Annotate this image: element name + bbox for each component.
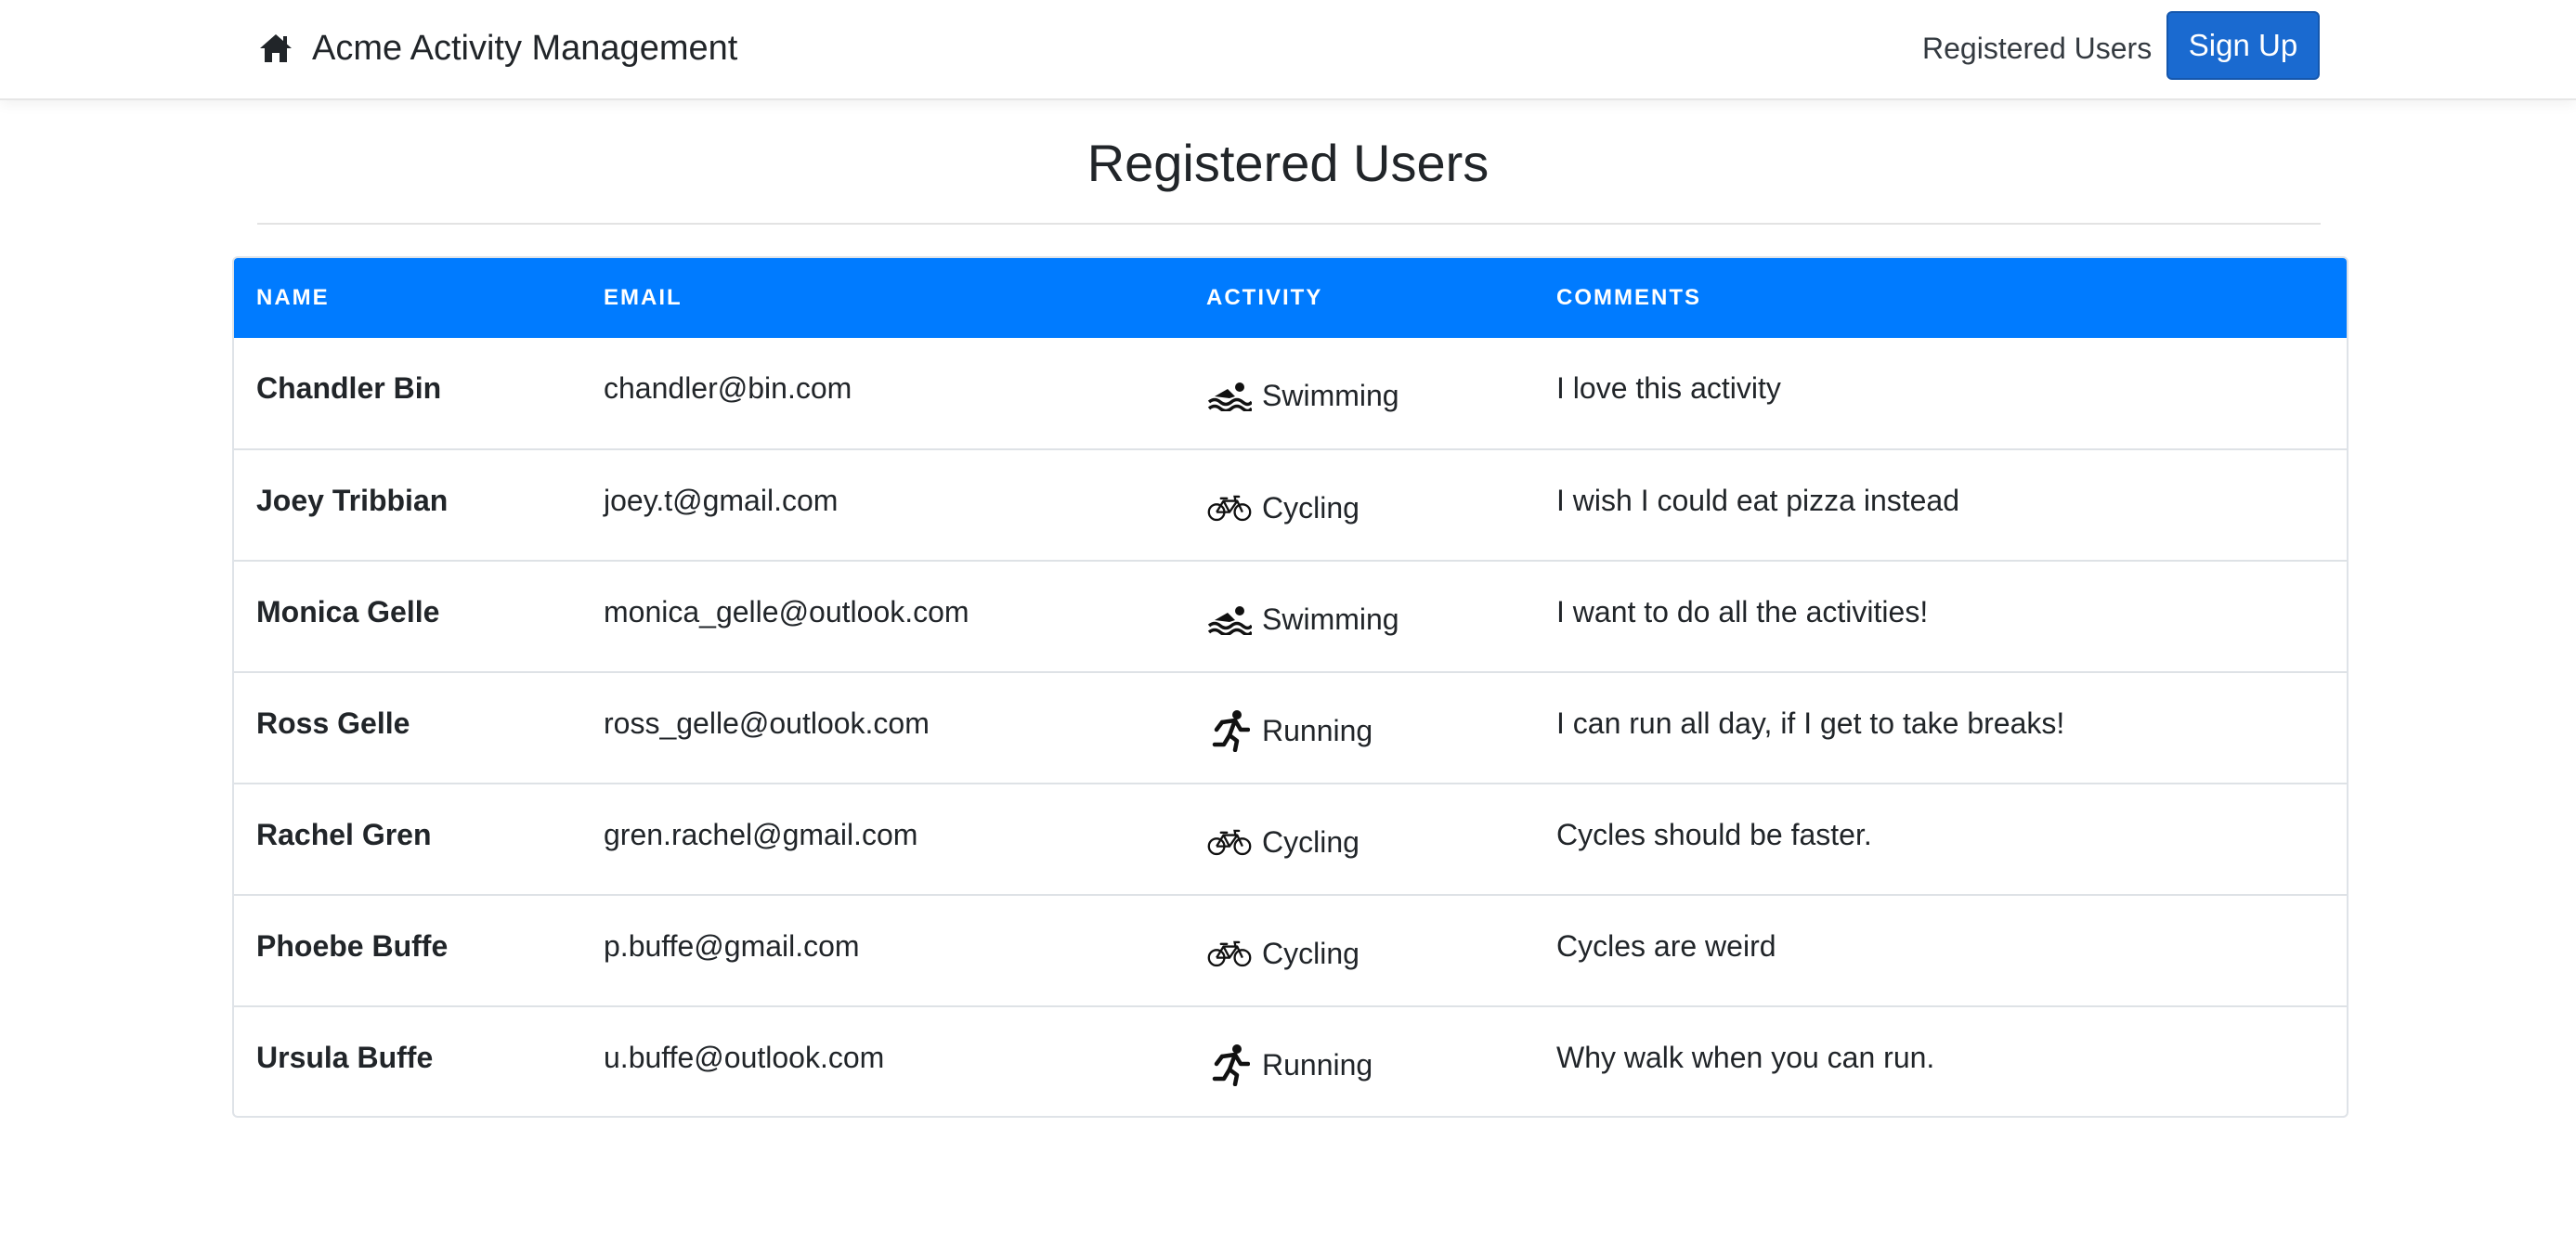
user-name: Phoebe Buffe xyxy=(256,929,449,963)
user-email: joey.t@gmail.com xyxy=(604,484,839,517)
brand-title: Acme Activity Management xyxy=(312,28,738,68)
table-header-row: NAME EMAIL ACTIVITY COMMENTS xyxy=(234,258,2347,338)
users-table: NAME EMAIL ACTIVITY COMMENTS Chandler Bi… xyxy=(234,258,2347,1116)
table-row: Chandler Bin chandler@bin.com Swimming I… xyxy=(234,338,2347,449)
user-comment: Cycles are weird xyxy=(1556,929,1776,963)
user-comment: I can run all day, if I get to take brea… xyxy=(1556,706,2065,740)
user-activity: Cycling xyxy=(1184,784,1534,895)
home-icon xyxy=(258,32,293,64)
running-icon xyxy=(1206,710,1253,752)
nav-link-registered-users[interactable]: Registered Users xyxy=(1922,28,2152,69)
user-email: p.buffe@gmail.com xyxy=(604,929,860,963)
cycling-icon xyxy=(1206,487,1253,528)
user-email: chandler@bin.com xyxy=(604,371,852,405)
table-row: Phoebe Buffe p.buffe@gmail.com Cycling C… xyxy=(234,895,2347,1006)
brand-link[interactable]: Acme Activity Management xyxy=(258,26,737,71)
activity-label: Cycling xyxy=(1262,825,1360,859)
table-header: NAME EMAIL ACTIVITY COMMENTS xyxy=(234,258,2347,338)
navbar: Acme Activity Management Registered User… xyxy=(0,0,2576,100)
user-email: ross_gelle@outlook.com xyxy=(604,706,930,740)
cycling-icon xyxy=(1206,822,1253,862)
table-row: Rachel Gren gren.rachel@gmail.com Cyclin… xyxy=(234,784,2347,895)
user-name: Ross Gelle xyxy=(256,706,410,740)
user-name: Ursula Buffe xyxy=(256,1041,434,1074)
user-comment: Cycles should be faster. xyxy=(1556,818,1872,851)
page-title: Registered Users xyxy=(1086,134,1490,192)
user-name: Chandler Bin xyxy=(256,371,442,405)
user-activity: Swimming xyxy=(1184,338,1534,449)
users-table-card: NAME EMAIL ACTIVITY COMMENTS Chandler Bi… xyxy=(232,256,2348,1118)
user-comment: I love this activity xyxy=(1556,371,1781,405)
activity-label: Running xyxy=(1262,714,1373,747)
user-activity: Cycling xyxy=(1184,449,1534,561)
user-email: monica_gelle@outlook.com xyxy=(604,595,969,628)
running-icon xyxy=(1206,1044,1253,1086)
title-divider xyxy=(257,223,2321,225)
user-comment: Why walk when you can run. xyxy=(1556,1041,1935,1074)
user-email: u.buffe@outlook.com xyxy=(604,1041,885,1074)
activity-label: Running xyxy=(1262,1048,1373,1082)
swimming-icon xyxy=(1206,599,1253,640)
user-activity: Swimming xyxy=(1184,561,1534,672)
column-header-comments: COMMENTS xyxy=(1556,285,1701,310)
column-header-email: EMAIL xyxy=(604,285,683,310)
user-email: gren.rachel@gmail.com xyxy=(604,818,918,851)
table-row: Ross Gelle ross_gelle@outlook.com Runnin… xyxy=(234,672,2347,784)
table-row: Ursula Buffe u.buffe@outlook.com Running… xyxy=(234,1006,2347,1116)
sign-up-button[interactable]: Sign Up xyxy=(2166,11,2320,80)
table-body: Chandler Bin chandler@bin.com Swimming I… xyxy=(234,338,2347,1116)
cycling-icon xyxy=(1206,933,1253,974)
user-activity: Running xyxy=(1184,1006,1534,1116)
column-header-activity: ACTIVITY xyxy=(1206,285,1323,310)
user-name: Joey Tribbian xyxy=(256,484,449,517)
activity-label: Swimming xyxy=(1262,603,1399,636)
swimming-icon xyxy=(1206,375,1253,416)
user-name: Monica Gelle xyxy=(256,595,440,628)
activity-label: Swimming xyxy=(1262,379,1399,412)
user-comment: I want to do all the activities! xyxy=(1556,595,1929,628)
user-name: Rachel Gren xyxy=(256,818,432,851)
user-activity: Running xyxy=(1184,672,1534,784)
user-comment: I wish I could eat pizza instead xyxy=(1556,484,1960,517)
table-row: Monica Gelle monica_gelle@outlook.com Sw… xyxy=(234,561,2347,672)
user-activity: Cycling xyxy=(1184,895,1534,1006)
activity-label: Cycling xyxy=(1262,937,1360,970)
column-header-name: NAME xyxy=(256,285,330,310)
activity-label: Cycling xyxy=(1262,491,1360,525)
table-row: Joey Tribbian joey.t@gmail.com Cycling I… xyxy=(234,449,2347,561)
